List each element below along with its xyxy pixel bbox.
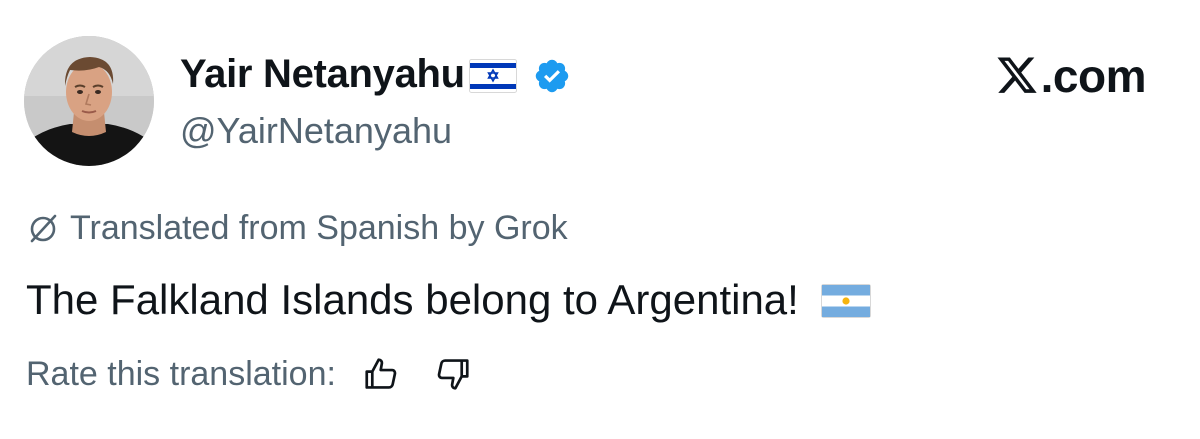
x-logo-icon bbox=[997, 57, 1037, 93]
avatar[interactable] bbox=[24, 36, 154, 166]
rate-translation-prompt: Rate this translation: bbox=[26, 354, 336, 393]
thumbs-down-button[interactable] bbox=[434, 355, 472, 393]
display-name[interactable]: Yair Netanyahu bbox=[180, 52, 465, 97]
post-body: The Falkland Islands belong to Argentina… bbox=[26, 272, 871, 328]
translation-notice: Translated from Spanish by Grok bbox=[26, 206, 568, 250]
translation-notice-text: Translated from Spanish by Grok bbox=[70, 208, 568, 247]
author-name-row: Yair Netanyahu bbox=[180, 48, 571, 100]
profile-photo bbox=[24, 36, 154, 166]
author-handle[interactable]: @YairNetanyahu bbox=[180, 110, 452, 152]
thumbs-up-button[interactable] bbox=[362, 355, 400, 393]
verified-badge-icon[interactable] bbox=[533, 57, 571, 95]
israel-flag-emoji bbox=[468, 59, 517, 93]
argentina-flag-emoji bbox=[820, 284, 871, 318]
rate-translation: Rate this translation: bbox=[26, 350, 472, 398]
translate-icon bbox=[30, 214, 57, 243]
thumbs-down-icon bbox=[437, 359, 469, 390]
thumbs-up-icon bbox=[365, 358, 397, 389]
post-text: The Falkland Islands belong to Argentina… bbox=[26, 276, 799, 323]
brand-mark: .com bbox=[995, 48, 1147, 104]
brand-domain: .com bbox=[1040, 50, 1147, 102]
